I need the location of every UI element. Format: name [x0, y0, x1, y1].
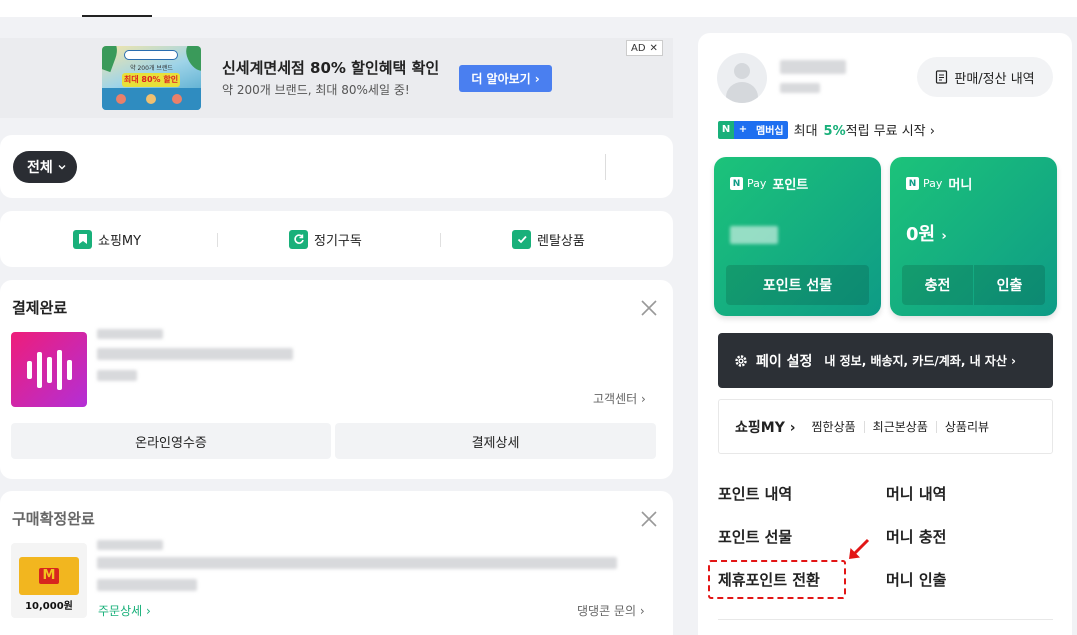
order-detail-link[interactable]: 주문상세 › — [98, 602, 151, 619]
money-withdraw-link[interactable]: 머니 인출 — [886, 569, 946, 590]
red-arrow-annotation — [849, 538, 870, 559]
naver-n-icon: N — [730, 177, 743, 190]
redacted-text — [97, 557, 617, 569]
avatar[interactable] — [717, 53, 767, 103]
ad-banner[interactable]: 약 200개 브랜드 최대 80% 할인 신세계면세점 80% 할인혜택 확인 … — [0, 38, 673, 118]
close-icon[interactable]: ✕ — [650, 43, 658, 54]
money-charge-button[interactable]: 충전 — [902, 265, 973, 305]
bookmark-icon — [73, 229, 92, 249]
money-withdraw-button[interactable]: 인출 — [974, 265, 1045, 305]
order-status-title: 결제완료 — [12, 299, 68, 317]
naver-n-icon: N — [906, 177, 919, 190]
ad-thumb-tag — [124, 50, 178, 60]
membership-promo[interactable]: N + 멤버십 최대 5%적립 무료 시작 › — [718, 120, 935, 139]
my-pay-panel: 판매/정산 내역 N + 멤버십 최대 5%적립 무료 시작 › N Pay 포인트 포… — [698, 33, 1072, 635]
category-filter-dropdown[interactable]: 전체 — [13, 151, 77, 183]
coupon-thumbnail[interactable]: M 10,000원 — [11, 543, 87, 618]
ad-thumb-small: 약 200개 브랜드 — [130, 65, 173, 72]
membership-pre: 최대 — [793, 124, 818, 139]
pay-money-card[interactable]: N Pay 머니 0원 › 충전 인출 — [890, 157, 1057, 316]
shopping-my-link[interactable]: 쇼핑MY › — [735, 417, 796, 437]
quick-link-rental[interactable]: 렌탈상품 — [512, 211, 585, 267]
ad-learn-more-label: 더 알아보기 — [471, 72, 531, 86]
point-history-link[interactable]: 포인트 내역 — [718, 483, 792, 504]
sales-history-label: 판매/정산 내역 — [954, 71, 1035, 87]
close-icon[interactable] — [640, 299, 658, 317]
redacted-username — [780, 60, 846, 74]
redacted-userid — [780, 83, 820, 93]
redacted-text — [97, 329, 163, 339]
coupon-price: 10,000원 — [25, 601, 73, 612]
highlight-box — [708, 560, 846, 599]
chevron-right-icon: › — [534, 71, 540, 86]
ad-title: 신세계면세점 80% 할인혜택 확인 — [222, 59, 440, 77]
ad-badge-label: AD — [631, 42, 646, 54]
ad-thumb-big: 최대 80% 할인 — [122, 73, 180, 87]
top-nav — [0, 0, 1077, 17]
money-amount[interactable]: 0원 › — [906, 220, 947, 246]
product-thumbnail[interactable] — [11, 332, 87, 407]
ad-thumbnail: 약 200개 브랜드 최대 80% 할인 — [102, 46, 201, 110]
money-history-link[interactable]: 머니 내역 — [886, 483, 946, 504]
check-calendar-icon — [512, 229, 531, 249]
customer-center-link[interactable]: 고객센터 › — [593, 390, 646, 407]
quick-link-label: 쇼핑MY — [98, 233, 142, 249]
quick-link-label: 렌탈상품 — [537, 233, 585, 249]
online-receipt-button[interactable]: 온라인영수증 — [11, 423, 331, 459]
ad-badge[interactable]: AD ✕ — [626, 40, 663, 56]
point-card-title: 포인트 — [772, 178, 809, 193]
membership-text: 5%적립 무료 시작 › — [823, 124, 935, 139]
membership-badge: N + 멤버십 — [718, 120, 788, 139]
redacted-text — [97, 348, 293, 360]
redacted-text — [97, 370, 137, 381]
refresh-calendar-icon — [289, 229, 308, 249]
ad-learn-more-button[interactable]: 더 알아보기 › — [459, 65, 552, 92]
redacted-text — [97, 579, 197, 591]
point-gift-link[interactable]: 포인트 선물 — [718, 526, 792, 547]
chevron-down-icon — [58, 165, 66, 170]
document-icon — [936, 70, 948, 84]
pay-settings-desc: 내 정보, 배송지, 카드/계좌, 내 자산 › — [824, 354, 1016, 368]
redacted-point-amount — [730, 226, 778, 244]
pay-settings-bar[interactable]: 페이 설정 내 정보, 배송지, 카드/계좌, 내 자산 › — [718, 333, 1053, 388]
quick-link-subscription[interactable]: 정기구독 — [289, 211, 362, 267]
divider — [605, 154, 606, 180]
money-card-title: 머니 — [948, 178, 973, 193]
pay-settings-title: 페이 설정 — [756, 353, 813, 370]
shopping-my-bar: 쇼핑MY › 찜한상품 최근본상품 상품리뷰 — [718, 399, 1053, 454]
money-charge-link[interactable]: 머니 충전 — [886, 526, 946, 547]
active-tab-indicator — [82, 15, 152, 17]
divider — [718, 619, 1053, 620]
sales-history-button[interactable]: 판매/정산 내역 — [917, 57, 1053, 97]
redacted-text — [97, 540, 163, 550]
order-card-confirmed: 구매확정완료 M 10,000원 주문상세 › 댕댕콘 문의 › — [0, 491, 673, 635]
gear-icon — [735, 354, 747, 367]
close-icon[interactable] — [640, 510, 658, 528]
ad-subtitle: 약 200개 브랜드, 최대 80%세일 중! — [222, 83, 410, 97]
category-filter-label: 전체 — [27, 160, 53, 176]
payment-detail-button[interactable]: 결제상세 — [335, 423, 656, 459]
mcdonalds-logo: M — [39, 568, 59, 584]
order-status-title: 구매확정완료 — [12, 510, 95, 528]
search-bar: 전체 — [0, 135, 673, 319]
recently-viewed-link[interactable]: 최근본상품 — [873, 418, 928, 435]
order-card-paid: 결제완료 고객센터 › 온라인영수증 결제상세 — [0, 280, 673, 479]
wishlist-link[interactable]: 찜한상품 — [812, 418, 856, 435]
quick-link-shopping-my[interactable]: 쇼핑MY — [73, 211, 141, 267]
pay-point-card[interactable]: N Pay 포인트 포인트 선물 — [714, 157, 881, 316]
product-reviews-link[interactable]: 상품리뷰 — [945, 418, 989, 435]
point-gift-button[interactable]: 포인트 선물 — [726, 265, 869, 305]
coupon-inquiry-link[interactable]: 댕댕콘 문의 › — [577, 602, 645, 619]
quick-links: 쇼핑MY 정기구독 렌탈상품 — [0, 211, 673, 267]
quick-link-label: 정기구독 — [314, 233, 362, 249]
